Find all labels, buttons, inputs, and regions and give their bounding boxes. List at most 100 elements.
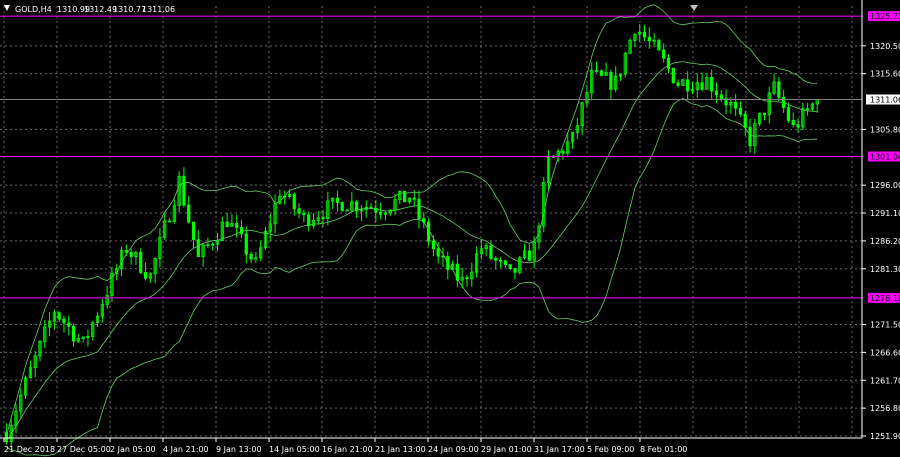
candle-body xyxy=(4,432,8,443)
time-tick-label: 21 Jan 13:00 xyxy=(375,445,426,454)
candle-body xyxy=(446,256,450,270)
candle-body xyxy=(441,255,445,258)
candle-body xyxy=(647,36,651,42)
time-tick-label: 8 Feb 01:00 xyxy=(640,445,687,454)
candle-body xyxy=(143,272,148,279)
candle-body xyxy=(431,240,435,250)
candle-body xyxy=(671,67,675,84)
candle-body xyxy=(710,76,714,92)
candle-body xyxy=(71,325,76,342)
current-price-label: 1311.06 xyxy=(870,96,900,105)
candle-body xyxy=(67,322,71,327)
candle-body xyxy=(427,221,431,242)
price-tick-label: 1256.80 xyxy=(870,404,900,413)
time-tick-label: 16 Jan 21:00 xyxy=(322,445,373,454)
candle-body xyxy=(422,218,426,223)
price-tick-label: 1315.60 xyxy=(870,70,900,79)
candle-body xyxy=(489,245,493,259)
candle-body xyxy=(292,193,296,210)
candle-body xyxy=(743,113,747,128)
candle-body xyxy=(762,112,767,115)
candle-body xyxy=(748,126,752,147)
candle-body xyxy=(686,79,690,92)
candle-body xyxy=(436,248,440,257)
price-tick-label: 1281.30 xyxy=(870,265,900,274)
candle-body xyxy=(738,107,743,115)
candle-body xyxy=(239,227,244,235)
price-tick-label: 1320.50 xyxy=(870,42,900,51)
candle-body xyxy=(417,198,421,219)
ohlc-close: 1311.06 xyxy=(142,5,175,14)
price-chart[interactable]: 1325.73 1301.04 1276.18 1311.06 1320.50 1315… xyxy=(0,0,900,457)
candle-body xyxy=(129,251,133,257)
candle-body xyxy=(374,207,378,213)
time-tick-label: 21 Dec 2018 xyxy=(4,445,55,454)
candle-body xyxy=(139,251,143,273)
candle-body xyxy=(791,120,795,125)
candle-body xyxy=(302,212,306,216)
level-label: 1301.04 xyxy=(870,153,900,162)
candle-body xyxy=(782,96,786,109)
candle-body xyxy=(599,70,603,76)
candle-body xyxy=(182,175,186,206)
candle-body xyxy=(786,107,791,121)
candle-body xyxy=(806,108,810,111)
candle-body xyxy=(508,264,512,269)
price-tick-label: 1251.90 xyxy=(870,432,900,441)
candle-body xyxy=(412,197,416,200)
candle-body xyxy=(734,101,738,109)
candle-body xyxy=(498,259,503,262)
candle-body xyxy=(167,220,172,223)
price-tick-label: 1271.50 xyxy=(870,321,900,330)
candle-body xyxy=(187,204,191,223)
time-tick-label: 27 Dec 05:00 xyxy=(57,445,111,454)
candle-body xyxy=(355,201,359,212)
candle-body xyxy=(796,124,800,128)
candle-body xyxy=(369,206,373,209)
candle-body xyxy=(283,195,287,198)
time-tick-label: 29 Jan 01:00 xyxy=(481,445,532,454)
candle-body xyxy=(657,39,661,51)
candle-body xyxy=(642,31,647,38)
price-tick-label: 1291.10 xyxy=(870,209,900,218)
candle-body xyxy=(503,260,507,265)
candle-body xyxy=(225,221,229,227)
chart-background xyxy=(0,0,900,457)
candle-body xyxy=(700,82,704,90)
price-tick-label: 1261.70 xyxy=(870,376,900,385)
time-tick-label: 5 Feb 09:00 xyxy=(587,445,634,454)
candle-body xyxy=(307,214,311,227)
candle-body xyxy=(379,211,383,215)
price-tick-label: 1286.20 xyxy=(870,237,900,246)
time-tick-label: 14 Jan 05:00 xyxy=(269,445,320,454)
candle-body xyxy=(340,202,344,212)
level-label: 1276.18 xyxy=(870,294,900,303)
candle-body xyxy=(57,312,61,320)
candle-body xyxy=(249,253,253,260)
candle-body xyxy=(527,250,531,261)
candle-body xyxy=(662,49,666,59)
candle-body xyxy=(494,258,498,261)
time-tick-label: 9 Jan 13:00 xyxy=(216,445,262,454)
time-tick-label: 2 Jan 05:00 xyxy=(110,445,156,454)
time-tick-label: 4 Jan 21:00 xyxy=(163,445,209,454)
candle-body xyxy=(513,268,517,273)
time-tick-label: 24 Jan 09:00 xyxy=(428,445,479,454)
time-tick-label: 31 Jan 17:00 xyxy=(534,445,585,454)
candle-body xyxy=(777,81,781,98)
candle-body xyxy=(714,90,719,96)
candle-body xyxy=(403,190,407,203)
symbol-label: GOLD,H4 xyxy=(15,5,52,14)
candle-body xyxy=(244,233,248,255)
candle-body xyxy=(124,250,128,253)
candle-body xyxy=(719,94,723,100)
candle-body xyxy=(594,70,599,72)
candle-body xyxy=(235,223,239,228)
candle-body xyxy=(455,263,459,281)
price-tick-label: 1296.00 xyxy=(870,181,900,190)
candle-body xyxy=(676,82,680,86)
candle-body xyxy=(62,318,66,324)
candle-body xyxy=(297,208,301,214)
candle-body xyxy=(666,57,671,69)
candle-body xyxy=(561,150,565,154)
